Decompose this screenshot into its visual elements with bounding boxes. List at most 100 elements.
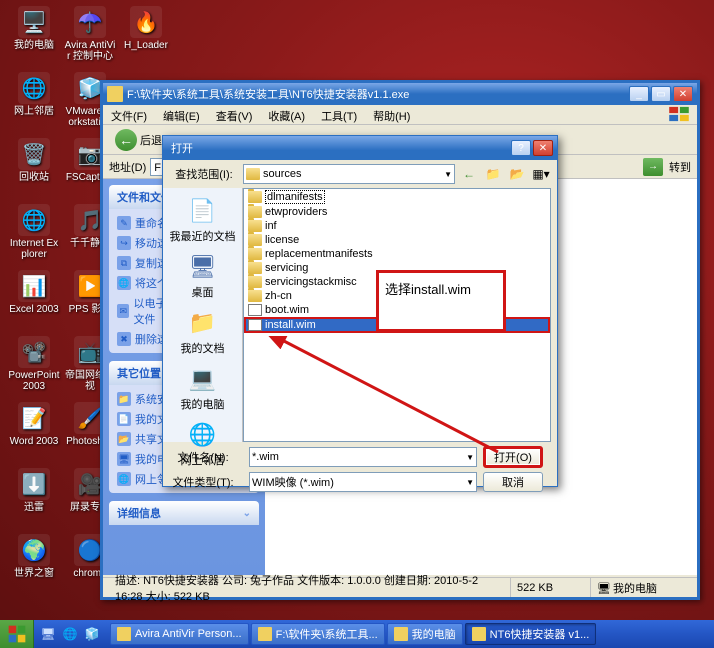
task-icon: 🖥 (117, 452, 131, 466)
app-icon: 🔥 (130, 6, 162, 38)
task-icon: ⧉ (117, 256, 131, 270)
desktop-icon[interactable]: 📊Excel 2003 (8, 270, 60, 315)
file-name: etwproviders (265, 206, 327, 218)
quicklaunch-item[interactable]: 🌐 (60, 624, 80, 644)
folder-icon (248, 191, 262, 203)
icon-label: 世界之窗 (8, 568, 60, 579)
menu-item[interactable]: 查看(V) (208, 105, 261, 124)
taskbar: 🖥 🌐 🧊 Avira AntiVir Person... F:\软件夹\系统工具… (0, 620, 714, 648)
file-item[interactable]: replacementmanifests (244, 247, 550, 261)
icon-label: Excel 2003 (8, 304, 60, 315)
file-item[interactable]: license (244, 233, 550, 247)
app-icon: 🖥️ (18, 6, 50, 38)
status-desc: 描述: NT6快捷安装器 公司: 兔子作品 文件版本: 1.0.0.0 创建日期… (109, 578, 511, 597)
place-label: 我的电脑 (169, 396, 237, 412)
app-icon: 📝 (18, 402, 50, 434)
filename-input[interactable]: *.wim▼ (249, 447, 477, 467)
quicklaunch-item[interactable]: 🖥 (38, 624, 58, 644)
minimize-button[interactable]: _ (629, 86, 649, 102)
task-icon: ✉ (117, 304, 129, 318)
icon-label: Word 2003 (8, 436, 60, 447)
desktop-icon[interactable]: 🌐Internet Explorer (8, 204, 60, 260)
place-icon: 🌐 (186, 420, 220, 450)
views-icon[interactable]: ▦▾ (531, 164, 551, 184)
help-button[interactable]: ? (511, 140, 531, 156)
taskbar-task[interactable]: NT6快捷安装器 v1... (465, 623, 597, 645)
file-name: license (265, 234, 299, 246)
file-item[interactable]: dlmanifests (244, 189, 550, 205)
lookin-label: 查找范围(I): (169, 166, 239, 182)
start-button[interactable] (0, 620, 34, 648)
dialog-close-button[interactable]: ✕ (533, 140, 553, 156)
menu-item[interactable]: 文件(F) (103, 105, 155, 124)
desktop-icon[interactable]: 📽️PowerPoint 2003 (8, 336, 60, 392)
menu-item[interactable]: 收藏(A) (260, 105, 313, 124)
place-item[interactable]: 🖥桌面 (169, 248, 237, 304)
desktop-icon[interactable]: 🌐网上邻居 (8, 72, 60, 117)
quicklaunch-item[interactable]: 🧊 (82, 624, 102, 644)
file-item[interactable]: etwproviders (244, 205, 550, 219)
annotation-callout: 选择install.wim (376, 270, 506, 332)
file-name: zh-cn (265, 290, 292, 302)
task-icon (258, 627, 272, 641)
task-icon: ↪ (117, 236, 131, 250)
desktop-icon[interactable]: 📝 Word 2003 (8, 402, 60, 447)
folder-icon (248, 206, 262, 218)
folder-icon (107, 86, 123, 102)
desktop-icon[interactable]: 🗑️回收站 (8, 138, 60, 183)
task-icon (394, 627, 408, 641)
taskbar-task[interactable]: 我的电脑 (387, 623, 463, 645)
task-icon: 📁 (117, 392, 131, 406)
explorer-titlebar[interactable]: F:\软件夹\系统工具\系统安装工具\NT6快捷安装器v1.1.exe _ ▭ … (103, 83, 697, 105)
filetype-label: 文件类型(T): (163, 474, 243, 490)
place-item[interactable]: 📄我最近的文档 (169, 192, 237, 248)
folder-icon (248, 248, 262, 260)
windows-logo-icon (667, 105, 697, 124)
desktop-icon[interactable]: ⬇️迅雷 (8, 468, 60, 513)
dialog-title: 打开 (167, 140, 509, 156)
address-label: 地址(D) (109, 159, 146, 175)
place-label: 我最近的文档 (169, 228, 237, 244)
filetype-combo[interactable]: WIM映像 (*.wim)▼ (249, 472, 477, 492)
lookin-combo[interactable]: sources▼ (243, 164, 455, 184)
back-icon[interactable]: ← (459, 164, 479, 184)
file-name: inf (265, 220, 277, 232)
place-item[interactable]: 💻我的电脑 (169, 360, 237, 416)
up-icon[interactable]: 📁 (483, 164, 503, 184)
app-icon: 🌍 (18, 534, 50, 566)
task-label: F:\软件夹\系统工具... (276, 626, 378, 642)
file-item[interactable]: inf (244, 219, 550, 233)
menu-item[interactable]: 编辑(E) (155, 105, 208, 124)
newfolder-icon[interactable]: 📂 (507, 164, 527, 184)
places-bar: 📄我最近的文档🖥桌面📁我的文档💻我的电脑🌐网上邻居 (163, 188, 243, 442)
folder-icon (248, 262, 262, 274)
panel-header[interactable]: 详细信息⌄ (109, 501, 259, 525)
desktop-icon[interactable]: 🌍 世界之窗 (8, 534, 60, 579)
desktop-icon[interactable]: 🖥️我的电脑 (8, 6, 60, 51)
folder-icon (248, 234, 262, 246)
desktop-icon[interactable]: ☂️Avira AntiVir 控制中心 (64, 6, 116, 62)
dialog-titlebar[interactable]: 打开 ? ✕ (163, 136, 557, 160)
maximize-button[interactable]: ▭ (651, 86, 671, 102)
app-icon: ⬇️ (18, 468, 50, 500)
desktop-icon[interactable]: 🔥H_Loader (120, 6, 172, 51)
task-label: 我的电脑 (412, 626, 456, 642)
status-size: 522 KB (511, 578, 591, 597)
menu-item[interactable]: 工具(T) (313, 105, 365, 124)
place-icon: 📁 (186, 308, 220, 338)
taskbar-task[interactable]: F:\软件夹\系统工具... (251, 623, 385, 645)
cancel-button[interactable]: 取消 (483, 472, 543, 492)
task-icon: ✎ (117, 216, 131, 230)
task-icon: 🌐 (117, 472, 131, 486)
close-button[interactable]: ✕ (673, 86, 693, 102)
task-icon: 🌐 (117, 276, 131, 290)
menu-item[interactable]: 帮助(H) (365, 105, 418, 124)
side-panel: 详细信息⌄ (109, 501, 259, 525)
file-name: replacementmanifests (265, 248, 373, 260)
taskbar-task[interactable]: Avira AntiVir Person... (110, 623, 249, 645)
app-icon: 🗑️ (18, 138, 50, 170)
go-button[interactable]: → (643, 158, 663, 176)
open-button[interactable]: 打开(O) (483, 446, 543, 468)
folder-icon (248, 290, 262, 302)
place-item[interactable]: 📁我的文档 (169, 304, 237, 360)
